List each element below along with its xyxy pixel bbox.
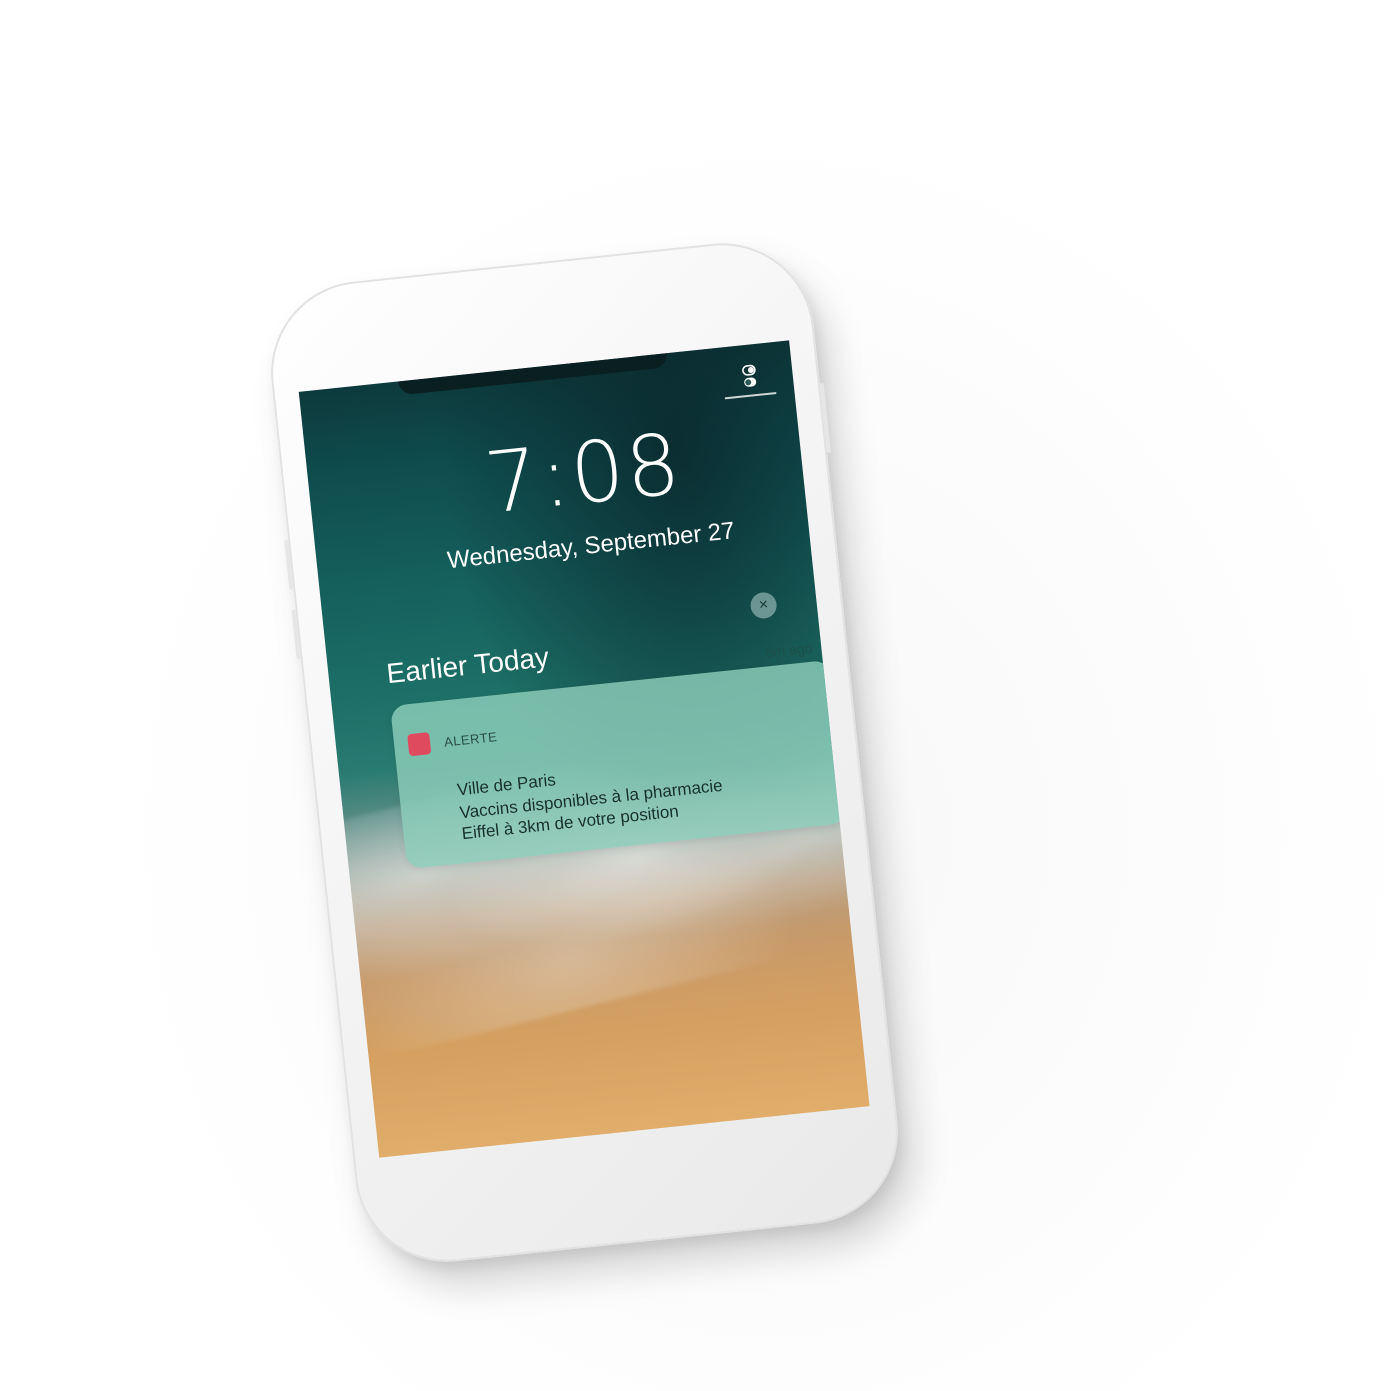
notification-header: ALERTE xyxy=(407,725,498,757)
stage: 7:08 Wednesday, September 27 × Earlier T… xyxy=(0,0,1391,1391)
volume-down-button xyxy=(291,609,301,660)
notification-app-name: ALERTE xyxy=(443,728,498,750)
close-icon[interactable]: × xyxy=(749,591,778,620)
power-button xyxy=(819,382,832,454)
app-icon xyxy=(407,732,432,757)
lock-screen: 7:08 Wednesday, September 27 × Earlier T… xyxy=(298,340,870,1158)
section-title: Earlier Today xyxy=(385,641,551,690)
control-center-indicator[interactable] xyxy=(724,391,777,400)
notification-time: 5m ago xyxy=(765,639,814,661)
notch xyxy=(398,353,669,396)
notification-body: Ville de Paris Vaccins disponibles à la … xyxy=(456,742,821,844)
phone-device: 7:08 Wednesday, September 27 × Earlier T… xyxy=(262,234,907,1271)
volume-up-button xyxy=(284,539,294,590)
control-center-icon[interactable] xyxy=(741,364,757,389)
